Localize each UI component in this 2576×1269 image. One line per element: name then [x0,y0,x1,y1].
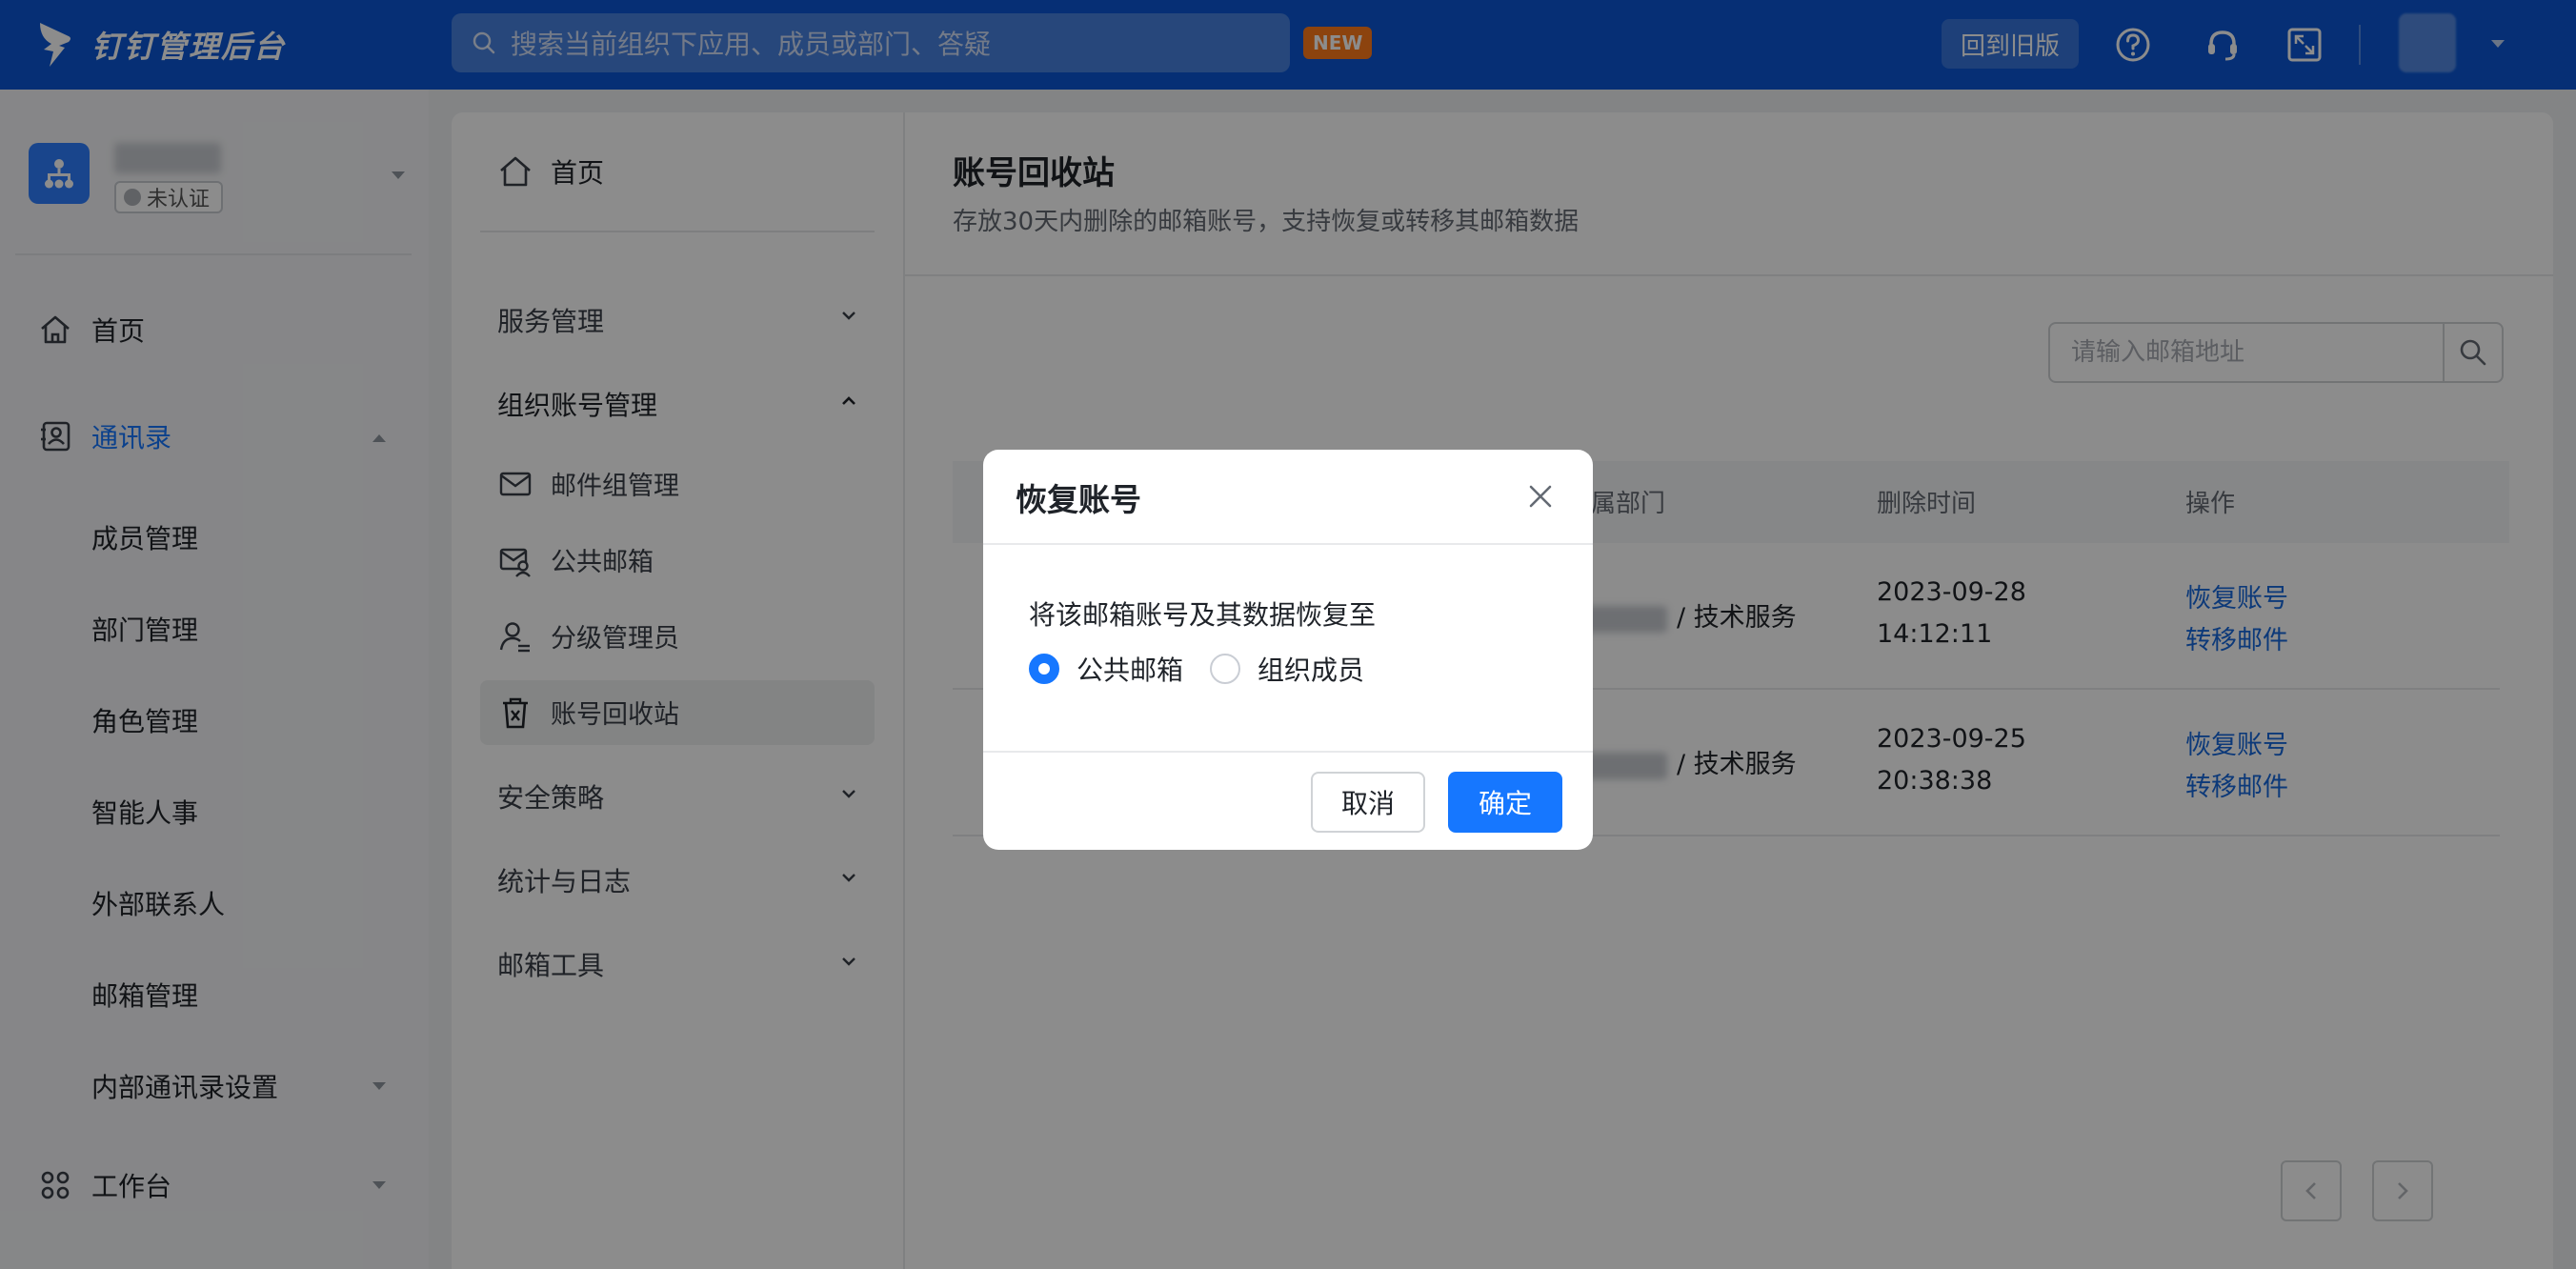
cancel-button[interactable]: 取消 [1311,772,1425,833]
radio-public-mailbox[interactable]: 公共邮箱 [1029,650,1183,688]
radio-org-member[interactable]: 组织成员 [1210,650,1364,688]
dialog-close-button[interactable] [1522,478,1559,514]
radio-label: 公共邮箱 [1077,655,1184,686]
confirm-button[interactable]: 确定 [1448,772,1562,833]
dialog-footer-divider [983,751,1593,753]
radio-checked-icon [1029,654,1059,684]
radio-unchecked-icon [1210,654,1240,684]
dialog-header-divider [983,543,1593,545]
radio-label: 组织成员 [1258,655,1365,686]
dialog-description: 将该邮箱账号及其数据恢复至 [1029,599,1377,631]
close-icon [1529,485,1552,508]
restore-account-dialog: 恢复账号 将该邮箱账号及其数据恢复至 公共邮箱 组织成员 取消 确定 [983,450,1593,850]
dialog-title: 恢复账号 [1016,481,1141,518]
